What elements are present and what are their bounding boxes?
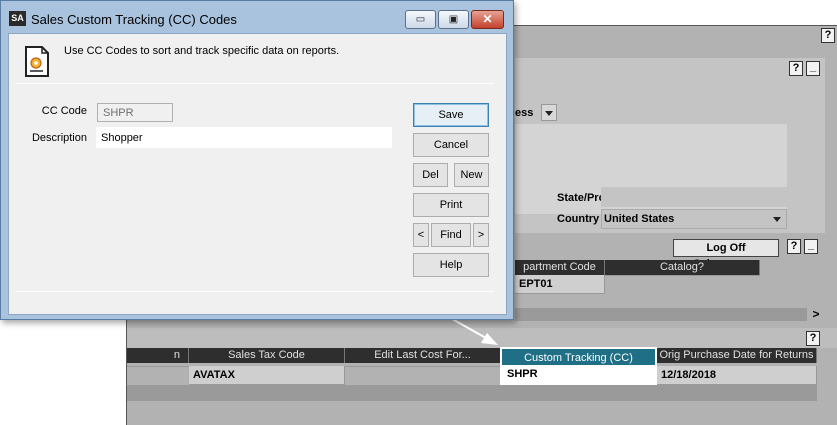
title-bar[interactable]: SA Sales Custom Tracking (CC) Codes ▭ ▣ … xyxy=(1,1,513,33)
find-button[interactable]: Find xyxy=(431,223,471,247)
maximize-icon: ▣ xyxy=(448,14,459,25)
new-button[interactable]: New xyxy=(454,163,489,187)
cancel-button[interactable]: Cancel xyxy=(413,133,489,157)
cc-codes-dialog: SA Sales Custom Tracking (CC) Codes ▭ ▣ … xyxy=(0,0,514,320)
description-label: Description xyxy=(31,132,87,144)
app-icon: SA xyxy=(9,11,26,26)
maximize-button[interactable]: ▣ xyxy=(438,10,469,29)
find-next-button[interactable]: > xyxy=(473,223,489,247)
minimize-button[interactable]: ▭ xyxy=(405,10,436,29)
cc-code-label: CC Code xyxy=(41,105,87,117)
arrowhead-icon xyxy=(481,333,498,345)
bottom-separator xyxy=(15,291,494,292)
dialog-body: Use CC Codes to sort and track specific … xyxy=(8,33,507,315)
find-previous-button[interactable]: < xyxy=(413,223,429,247)
description-field[interactable] xyxy=(96,127,392,148)
minimize-icon: ▭ xyxy=(415,14,426,25)
print-button[interactable]: Print xyxy=(413,193,489,217)
instruction-text: Use CC Codes to sort and track specific … xyxy=(64,45,340,57)
save-button[interactable]: Save xyxy=(413,103,489,127)
close-icon: ✕ xyxy=(482,12,493,26)
help-button[interactable]: Help xyxy=(413,253,489,277)
cc-code-field[interactable] xyxy=(97,103,173,122)
top-separator xyxy=(15,83,494,84)
delete-button[interactable]: Del xyxy=(413,163,448,187)
window-title: Sales Custom Tracking (CC) Codes xyxy=(31,12,237,27)
document-gear-icon xyxy=(25,46,49,77)
close-button[interactable]: ✕ xyxy=(471,10,504,29)
